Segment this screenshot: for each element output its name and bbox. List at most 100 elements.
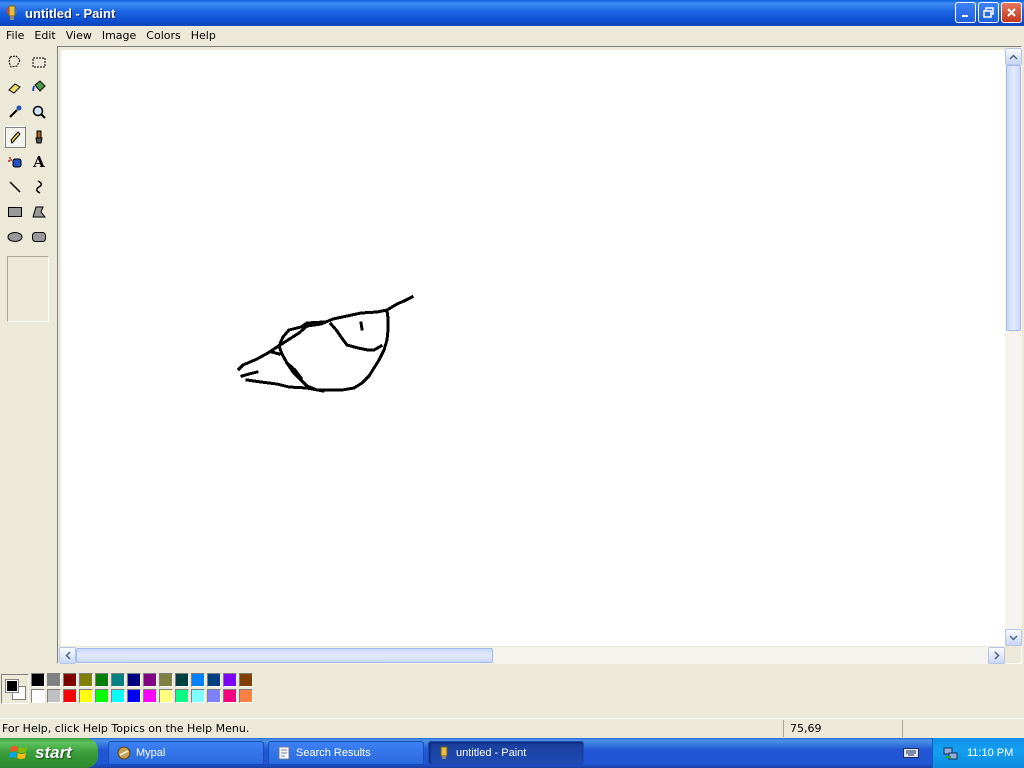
task-untitled-paint[interactable]: untitled - Paint <box>428 741 584 765</box>
drawing-canvas[interactable] <box>61 50 1005 646</box>
menu-view[interactable]: View <box>61 29 97 42</box>
color-swatch[interactable] <box>191 689 205 703</box>
start-button[interactable]: start <box>0 738 98 768</box>
eraser-icon <box>8 83 21 94</box>
menu-help[interactable]: Help <box>186 29 221 42</box>
start-label: start <box>35 743 72 762</box>
color-swatch[interactable] <box>95 689 109 703</box>
scroll-left-button[interactable] <box>59 647 76 664</box>
rectangle-tool[interactable] <box>4 201 26 223</box>
color-swatch[interactable] <box>111 673 125 687</box>
airbrush-icon <box>8 157 22 168</box>
title-bar[interactable]: untitled - Paint <box>0 0 1024 26</box>
color-swatch[interactable] <box>223 689 237 703</box>
chevron-left-icon <box>64 651 71 660</box>
color-swatch[interactable] <box>47 689 61 703</box>
minimize-button[interactable] <box>955 2 976 23</box>
scroll-right-button[interactable] <box>988 647 1005 664</box>
color-palette <box>0 672 260 708</box>
current-colors <box>1 674 29 704</box>
vertical-scroll-thumb[interactable] <box>1006 65 1021 331</box>
color-swatch[interactable] <box>223 673 237 687</box>
color-swatch[interactable] <box>63 673 77 687</box>
menu-file[interactable]: File <box>1 29 29 42</box>
color-swatch[interactable] <box>111 689 125 703</box>
restore-icon <box>983 7 994 18</box>
rounded-rectangle-tool[interactable] <box>28 226 50 248</box>
system-tray: 11:10 PM <box>932 738 1024 768</box>
color-swatch[interactable] <box>127 689 141 703</box>
color-swatch[interactable] <box>239 689 253 703</box>
menu-image[interactable]: Image <box>97 29 141 42</box>
window-title: untitled - Paint <box>25 5 116 21</box>
color-swatch[interactable] <box>63 689 77 703</box>
color-swatch[interactable] <box>191 673 205 687</box>
pencil-icon <box>10 131 21 144</box>
eraser-tool[interactable] <box>4 76 26 98</box>
tool-options-box[interactable] <box>7 256 49 322</box>
color-swatch[interactable] <box>175 673 189 687</box>
menu-colors[interactable]: Colors <box>141 29 185 42</box>
free-form-select-icon <box>8 55 21 68</box>
horizontal-scrollbar[interactable] <box>59 647 1005 664</box>
task-label: Mypal <box>136 747 166 759</box>
pencil-tool[interactable] <box>4 126 26 148</box>
text-tool[interactable]: A <box>28 151 50 173</box>
color-swatch[interactable] <box>95 673 109 687</box>
task-label: untitled - Paint <box>456 747 527 759</box>
color-swatch[interactable] <box>31 673 45 687</box>
vertical-scrollbar[interactable] <box>1005 48 1022 646</box>
status-help-text: For Help, click Help Topics on the Help … <box>2 722 250 735</box>
color-swatch[interactable] <box>175 689 189 703</box>
mypal-icon <box>117 746 131 760</box>
curve-tool[interactable] <box>28 176 50 198</box>
line-icon <box>9 181 21 193</box>
color-swatch[interactable] <box>143 689 157 703</box>
rounded-rectangle-icon <box>32 232 46 242</box>
horizontal-scroll-thumb[interactable] <box>76 648 493 663</box>
fill-tool[interactable] <box>28 76 50 98</box>
eyedropper-icon <box>9 105 22 118</box>
close-button[interactable] <box>1001 2 1022 23</box>
scroll-up-button[interactable] <box>1005 48 1022 65</box>
color-swatch[interactable] <box>79 673 93 687</box>
color-swatch[interactable] <box>143 673 157 687</box>
menu-bar: File Edit View Image Colors Help <box>0 26 1024 44</box>
cursor-coordinates: 75,69 <box>783 720 901 737</box>
restore-button[interactable] <box>978 2 999 23</box>
color-swatch[interactable] <box>239 673 253 687</box>
ellipse-tool[interactable] <box>4 226 26 248</box>
taskbar: start Mypal Search Results untitled - Pa… <box>0 738 1024 768</box>
keyboard-icon[interactable] <box>903 747 919 759</box>
color-swatch[interactable] <box>127 673 141 687</box>
color-swatch[interactable] <box>207 689 221 703</box>
tool-box: A <box>0 48 56 660</box>
minimize-icon <box>962 15 968 17</box>
status-bar: For Help, click Help Topics on the Help … <box>0 718 1024 738</box>
free-form-select-tool[interactable] <box>4 51 26 73</box>
clock: 11:10 PM <box>967 747 1014 759</box>
color-swatch[interactable] <box>79 689 93 703</box>
search-results-icon <box>278 746 290 760</box>
menu-edit[interactable]: Edit <box>29 29 60 42</box>
pick-color-tool[interactable] <box>4 101 26 123</box>
magnifier-tool[interactable] <box>28 101 50 123</box>
select-tool[interactable] <box>28 51 50 73</box>
network-icon[interactable] <box>943 745 959 761</box>
color-swatch[interactable] <box>159 689 173 703</box>
color-swatch[interactable] <box>207 673 221 687</box>
airbrush-tool[interactable] <box>4 151 26 173</box>
scroll-down-button[interactable] <box>1005 629 1022 646</box>
task-search-results[interactable]: Search Results <box>268 741 424 765</box>
paint-app-icon <box>7 5 17 20</box>
color-swatch[interactable] <box>47 673 61 687</box>
polygon-tool[interactable] <box>28 201 50 223</box>
color-swatch[interactable] <box>159 673 173 687</box>
polygon-icon <box>32 206 47 218</box>
color-swatch[interactable] <box>31 689 45 703</box>
pencil-drawing <box>236 294 415 393</box>
foreground-color <box>5 679 19 693</box>
brush-tool[interactable] <box>28 126 50 148</box>
line-tool[interactable] <box>4 176 26 198</box>
task-mypal[interactable]: Mypal <box>108 741 264 765</box>
